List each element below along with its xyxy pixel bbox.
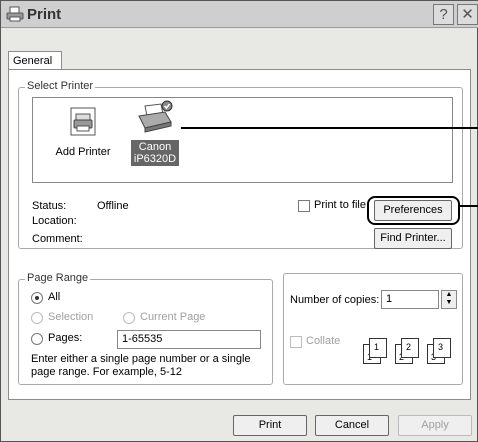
add-printer-label: Add Printer <box>55 146 111 158</box>
help-button[interactable]: ? <box>433 4 454 25</box>
find-printer-button[interactable]: Find Printer... <box>374 228 452 249</box>
pages-input[interactable]: 1-65535 <box>117 330 261 349</box>
print-to-file-checkbox[interactable] <box>298 200 310 212</box>
selection-label: Selection <box>48 311 94 323</box>
number-of-copies-label: Number of copies: <box>290 294 380 306</box>
collate-checkbox[interactable] <box>290 336 302 348</box>
current-page-label: Current Page <box>140 311 206 323</box>
printer-icon <box>138 100 173 133</box>
apply-button[interactable]: Apply <box>398 415 472 436</box>
select-printer-legend: Select Printer <box>25 80 96 92</box>
printer-list[interactable]: Add Printer Canon iP6320D <box>32 97 453 183</box>
status-label: Status: <box>32 200 67 212</box>
callout-line-printer <box>181 127 478 129</box>
collate-page-2-front: 2 <box>401 338 419 358</box>
selection-radio[interactable] <box>31 312 43 324</box>
location-label: Location: <box>32 215 77 227</box>
callout-line-preferences <box>459 205 478 207</box>
comment-label: Comment: <box>32 233 83 245</box>
print-button[interactable]: Print <box>233 415 307 436</box>
canon-label-line1: Canon <box>138 141 172 153</box>
page-range-hint-line2: page range. For example, 5-12 <box>31 366 183 378</box>
copies-input[interactable]: 1 <box>381 290 439 309</box>
collate-page-3-front: 3 <box>433 338 451 358</box>
window-title: Print <box>27 6 62 23</box>
print-dialog: Print ? ✕ General Select Printer Add Pri… <box>0 0 478 442</box>
pages-radio[interactable] <box>31 333 43 345</box>
add-printer-icon <box>70 107 96 136</box>
tab-general[interactable]: General <box>8 51 62 70</box>
printer-item-canon[interactable]: Canon iP6320D <box>125 100 185 166</box>
canon-printer-label: Canon iP6320D <box>130 140 180 166</box>
canon-label-line2: iP6320D <box>133 153 177 165</box>
spin-down-icon[interactable]: ▼ <box>442 299 456 307</box>
current-page-radio[interactable] <box>123 312 135 324</box>
close-button[interactable]: ✕ <box>457 4 478 25</box>
cancel-button[interactable]: Cancel <box>315 415 389 436</box>
pages-label: Pages: <box>48 332 83 344</box>
all-radio[interactable] <box>31 292 43 304</box>
print-to-file-label: Print to file <box>314 199 366 211</box>
printer-title-icon <box>6 6 24 22</box>
preferences-highlight-ring <box>367 196 460 225</box>
all-label: All <box>48 291 61 303</box>
page-range-hint-line1: Enter either a single page number or a s… <box>31 353 251 365</box>
add-printer-item[interactable]: Add Printer <box>43 106 123 158</box>
spin-up-icon[interactable]: ▲ <box>442 291 456 299</box>
copies-value: 1 <box>386 293 393 305</box>
title-bar[interactable]: Print ? ✕ <box>1 1 478 28</box>
page-range-legend: Page Range <box>25 272 91 284</box>
status-value: Offline <box>97 200 129 212</box>
collate-page-1-front: 1 <box>369 338 387 358</box>
collate-label: Collate <box>306 335 341 347</box>
copies-spinner[interactable]: ▲ ▼ <box>441 290 457 309</box>
